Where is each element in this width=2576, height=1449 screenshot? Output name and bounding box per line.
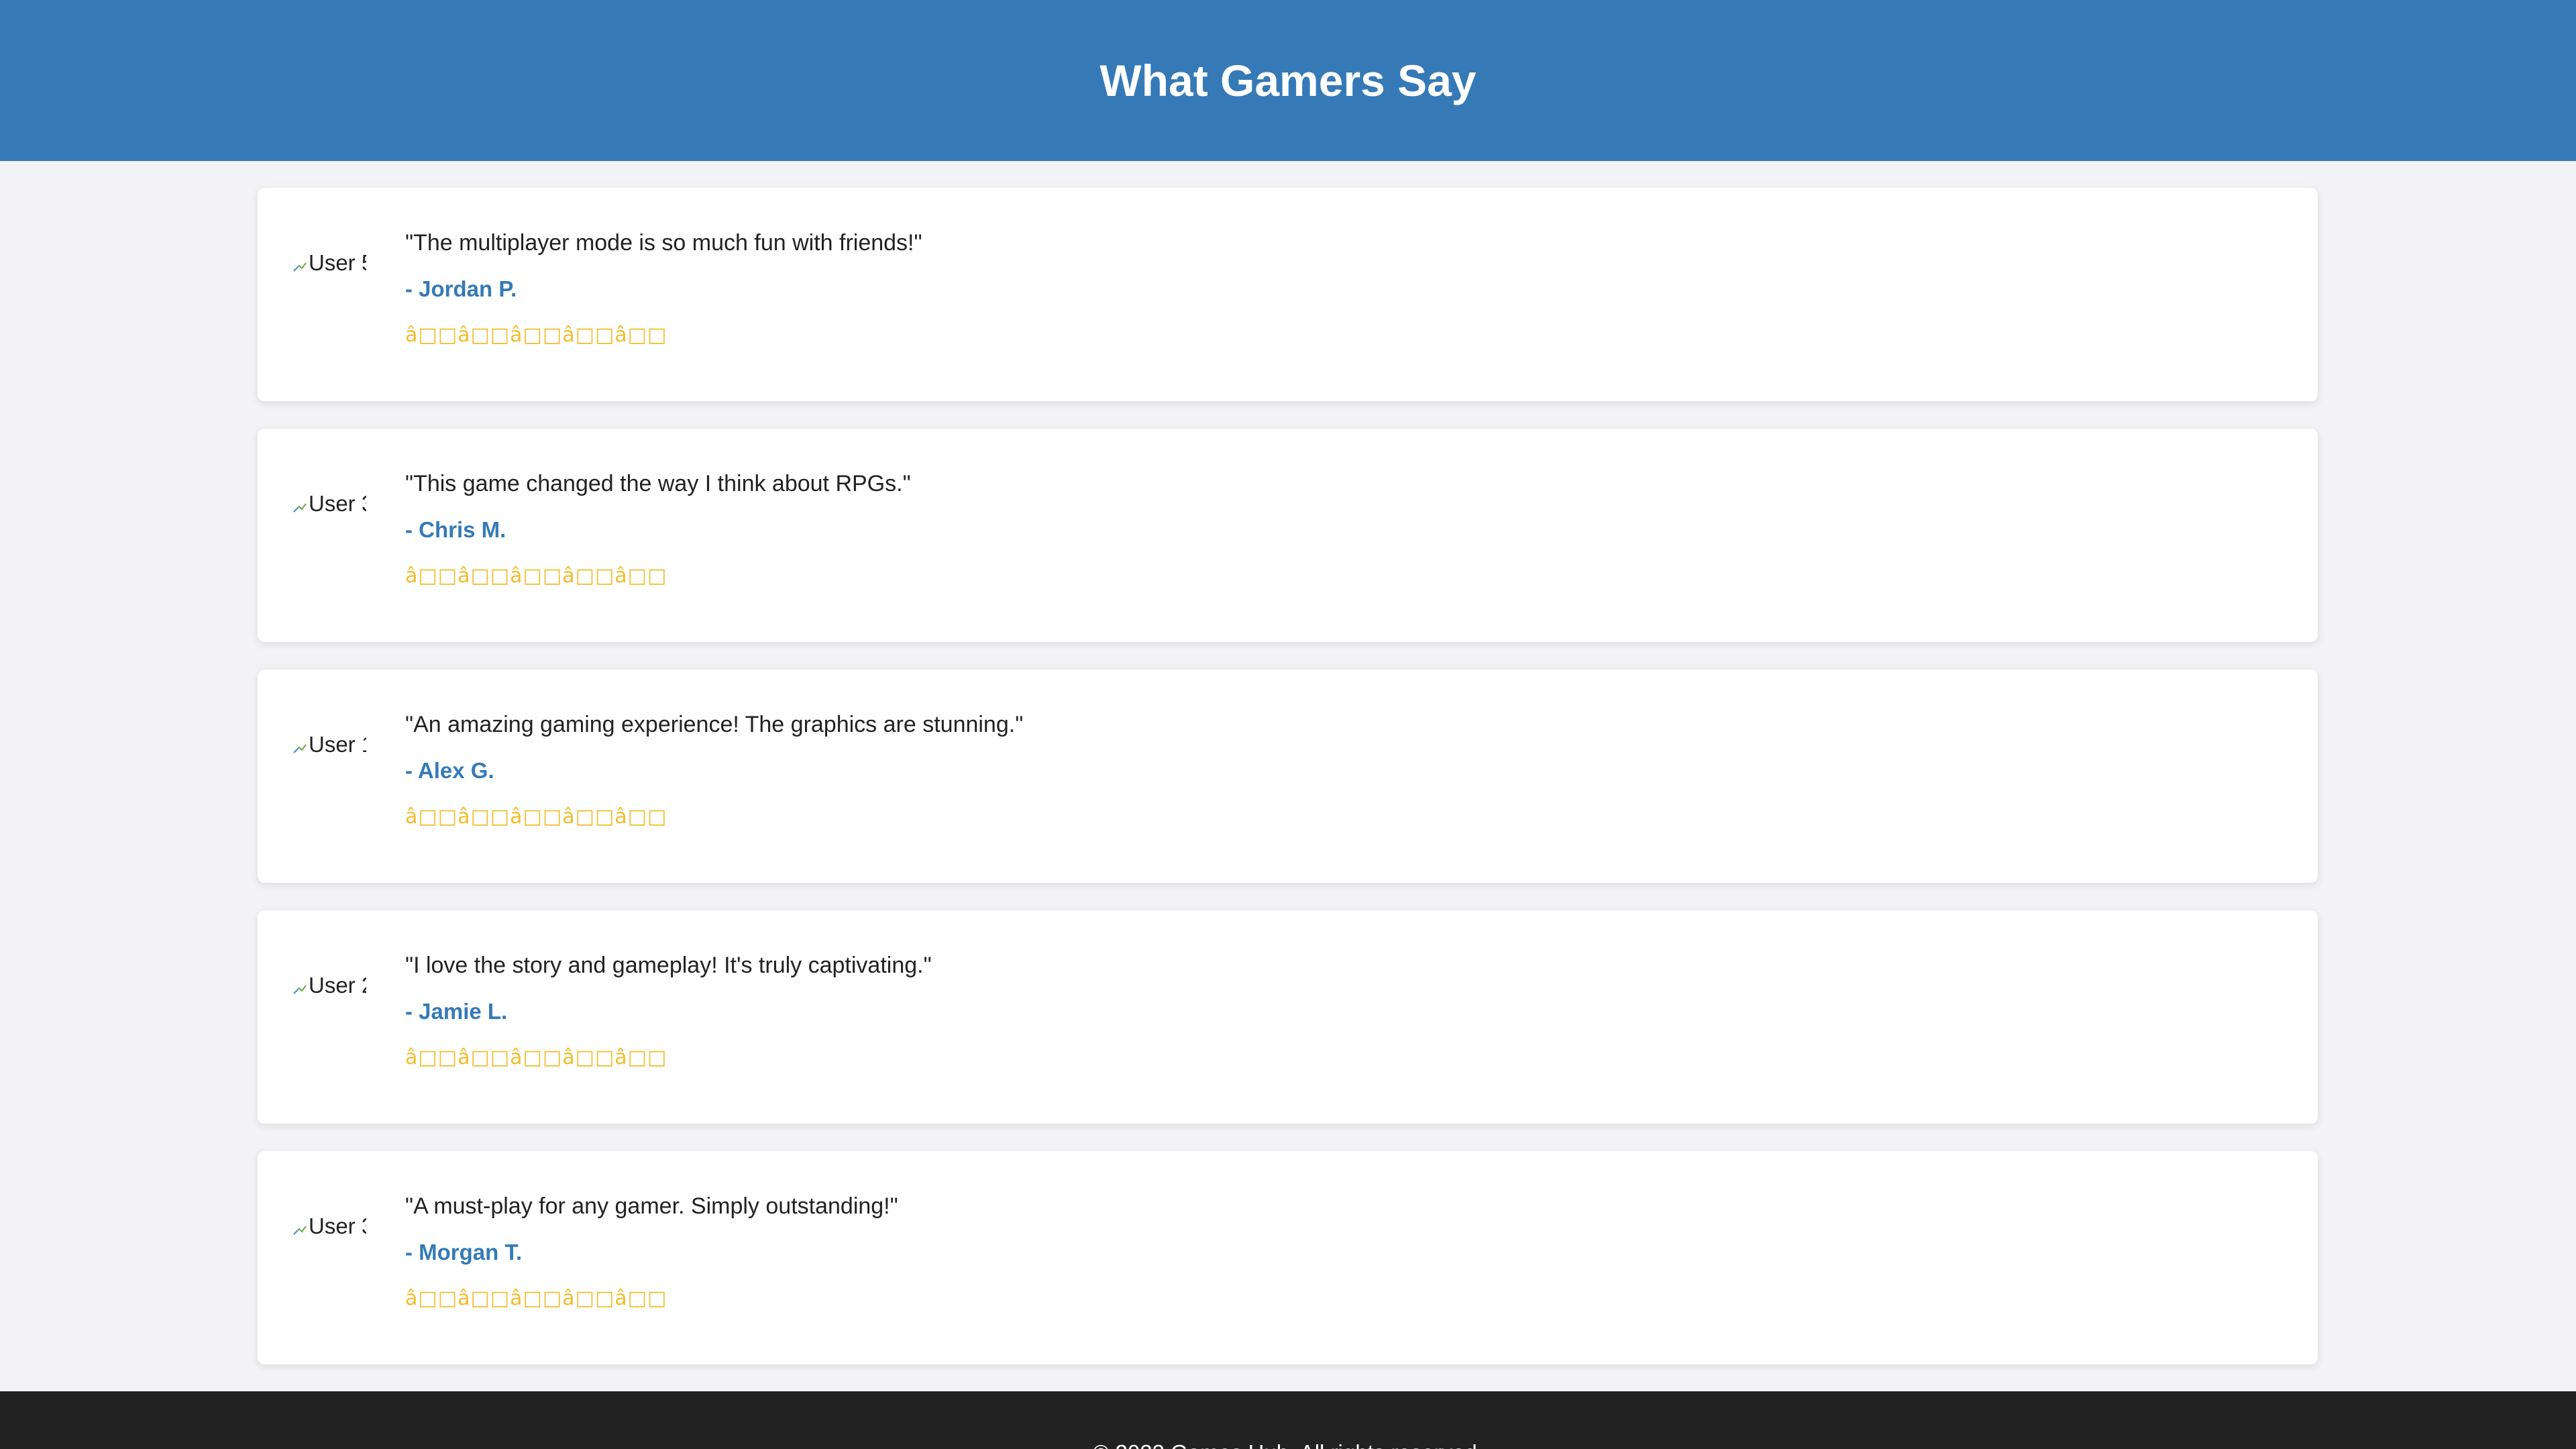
page-footer: © 2023 Games Hub. All rights reserved.	[0, 1391, 2576, 1449]
avatar: User 2	[292, 971, 366, 1000]
avatar-alt-text: User 2	[309, 973, 366, 998]
star-rating: â□□â□□â□□â□□â□□	[405, 805, 667, 828]
testimonial-card: User 5 "The multiplayer mode is so much …	[258, 188, 2318, 401]
broken-image-icon	[292, 1217, 307, 1236]
broken-image-icon	[292, 735, 307, 754]
page-header: What Gamers Say	[0, 0, 2576, 161]
testimonial-content: "A must-play for any gamer. Simply outst…	[405, 1193, 2291, 1312]
testimonial-quote: "This game changed the way I think about…	[405, 471, 911, 496]
avatar: User 3	[292, 489, 366, 519]
star-rating: â□□â□□â□□â□□â□□	[405, 1287, 667, 1310]
testimonial-quote: "A must-play for any gamer. Simply outst…	[405, 1193, 898, 1219]
testimonial-author: - Jamie L.	[405, 999, 508, 1024]
testimonial-author: - Morgan T.	[405, 1240, 523, 1265]
broken-image-icon	[292, 254, 307, 272]
avatar: User 1	[292, 730, 366, 759]
testimonial-list: User 5 "The multiplayer mode is so much …	[258, 188, 2318, 1392]
avatar-alt-text: User 1	[309, 732, 366, 757]
testimonial-author: - Alex G.	[405, 758, 494, 783]
testimonial-card: User 2 "I love the story and gameplay! I…	[258, 910, 2318, 1124]
star-rating: â□□â□□â□□â□□â□□	[405, 1046, 667, 1069]
avatar: User 5	[292, 248, 366, 278]
testimonial-quote: "The multiplayer mode is so much fun wit…	[405, 230, 922, 256]
page: What Gamers Say User 5 "The multiplayer …	[0, 0, 2576, 1449]
testimonial-author: - Jordan P.	[405, 276, 517, 301]
broken-image-icon	[292, 494, 307, 513]
testimonial-content: "This game changed the way I think about…	[405, 470, 2291, 590]
testimonial-content: "An amazing gaming experience! The graph…	[405, 711, 2291, 830]
testimonial-content: "The multiplayer mode is so much fun wit…	[405, 229, 2291, 349]
testimonial-quote: "I love the story and gameplay! It's tru…	[405, 953, 932, 978]
avatar-alt-text: User 5	[309, 250, 366, 275]
footer-copyright: © 2023 Games Hub. All rights reserved.	[0, 1440, 2576, 1449]
testimonial-card: User 3 "A must-play for any gamer. Simpl…	[258, 1151, 2318, 1364]
avatar-alt-text: User 3	[309, 491, 366, 516]
avatar: User 3	[292, 1212, 366, 1241]
broken-image-icon	[292, 976, 307, 995]
avatar-alt-text: User 3	[309, 1214, 366, 1238]
testimonial-card: User 3 "This game changed the way I thin…	[258, 429, 2318, 642]
testimonial-author: - Chris M.	[405, 517, 506, 542]
testimonial-content: "I love the story and gameplay! It's tru…	[405, 952, 2291, 1071]
star-rating: â□□â□□â□□â□□â□□	[405, 564, 667, 588]
page-title: What Gamers Say	[1099, 56, 1477, 105]
star-rating: â□□â□□â□□â□□â□□	[405, 323, 667, 347]
testimonial-card: User 1 "An amazing gaming experience! Th…	[258, 669, 2318, 883]
testimonial-quote: "An amazing gaming experience! The graph…	[405, 712, 1024, 737]
